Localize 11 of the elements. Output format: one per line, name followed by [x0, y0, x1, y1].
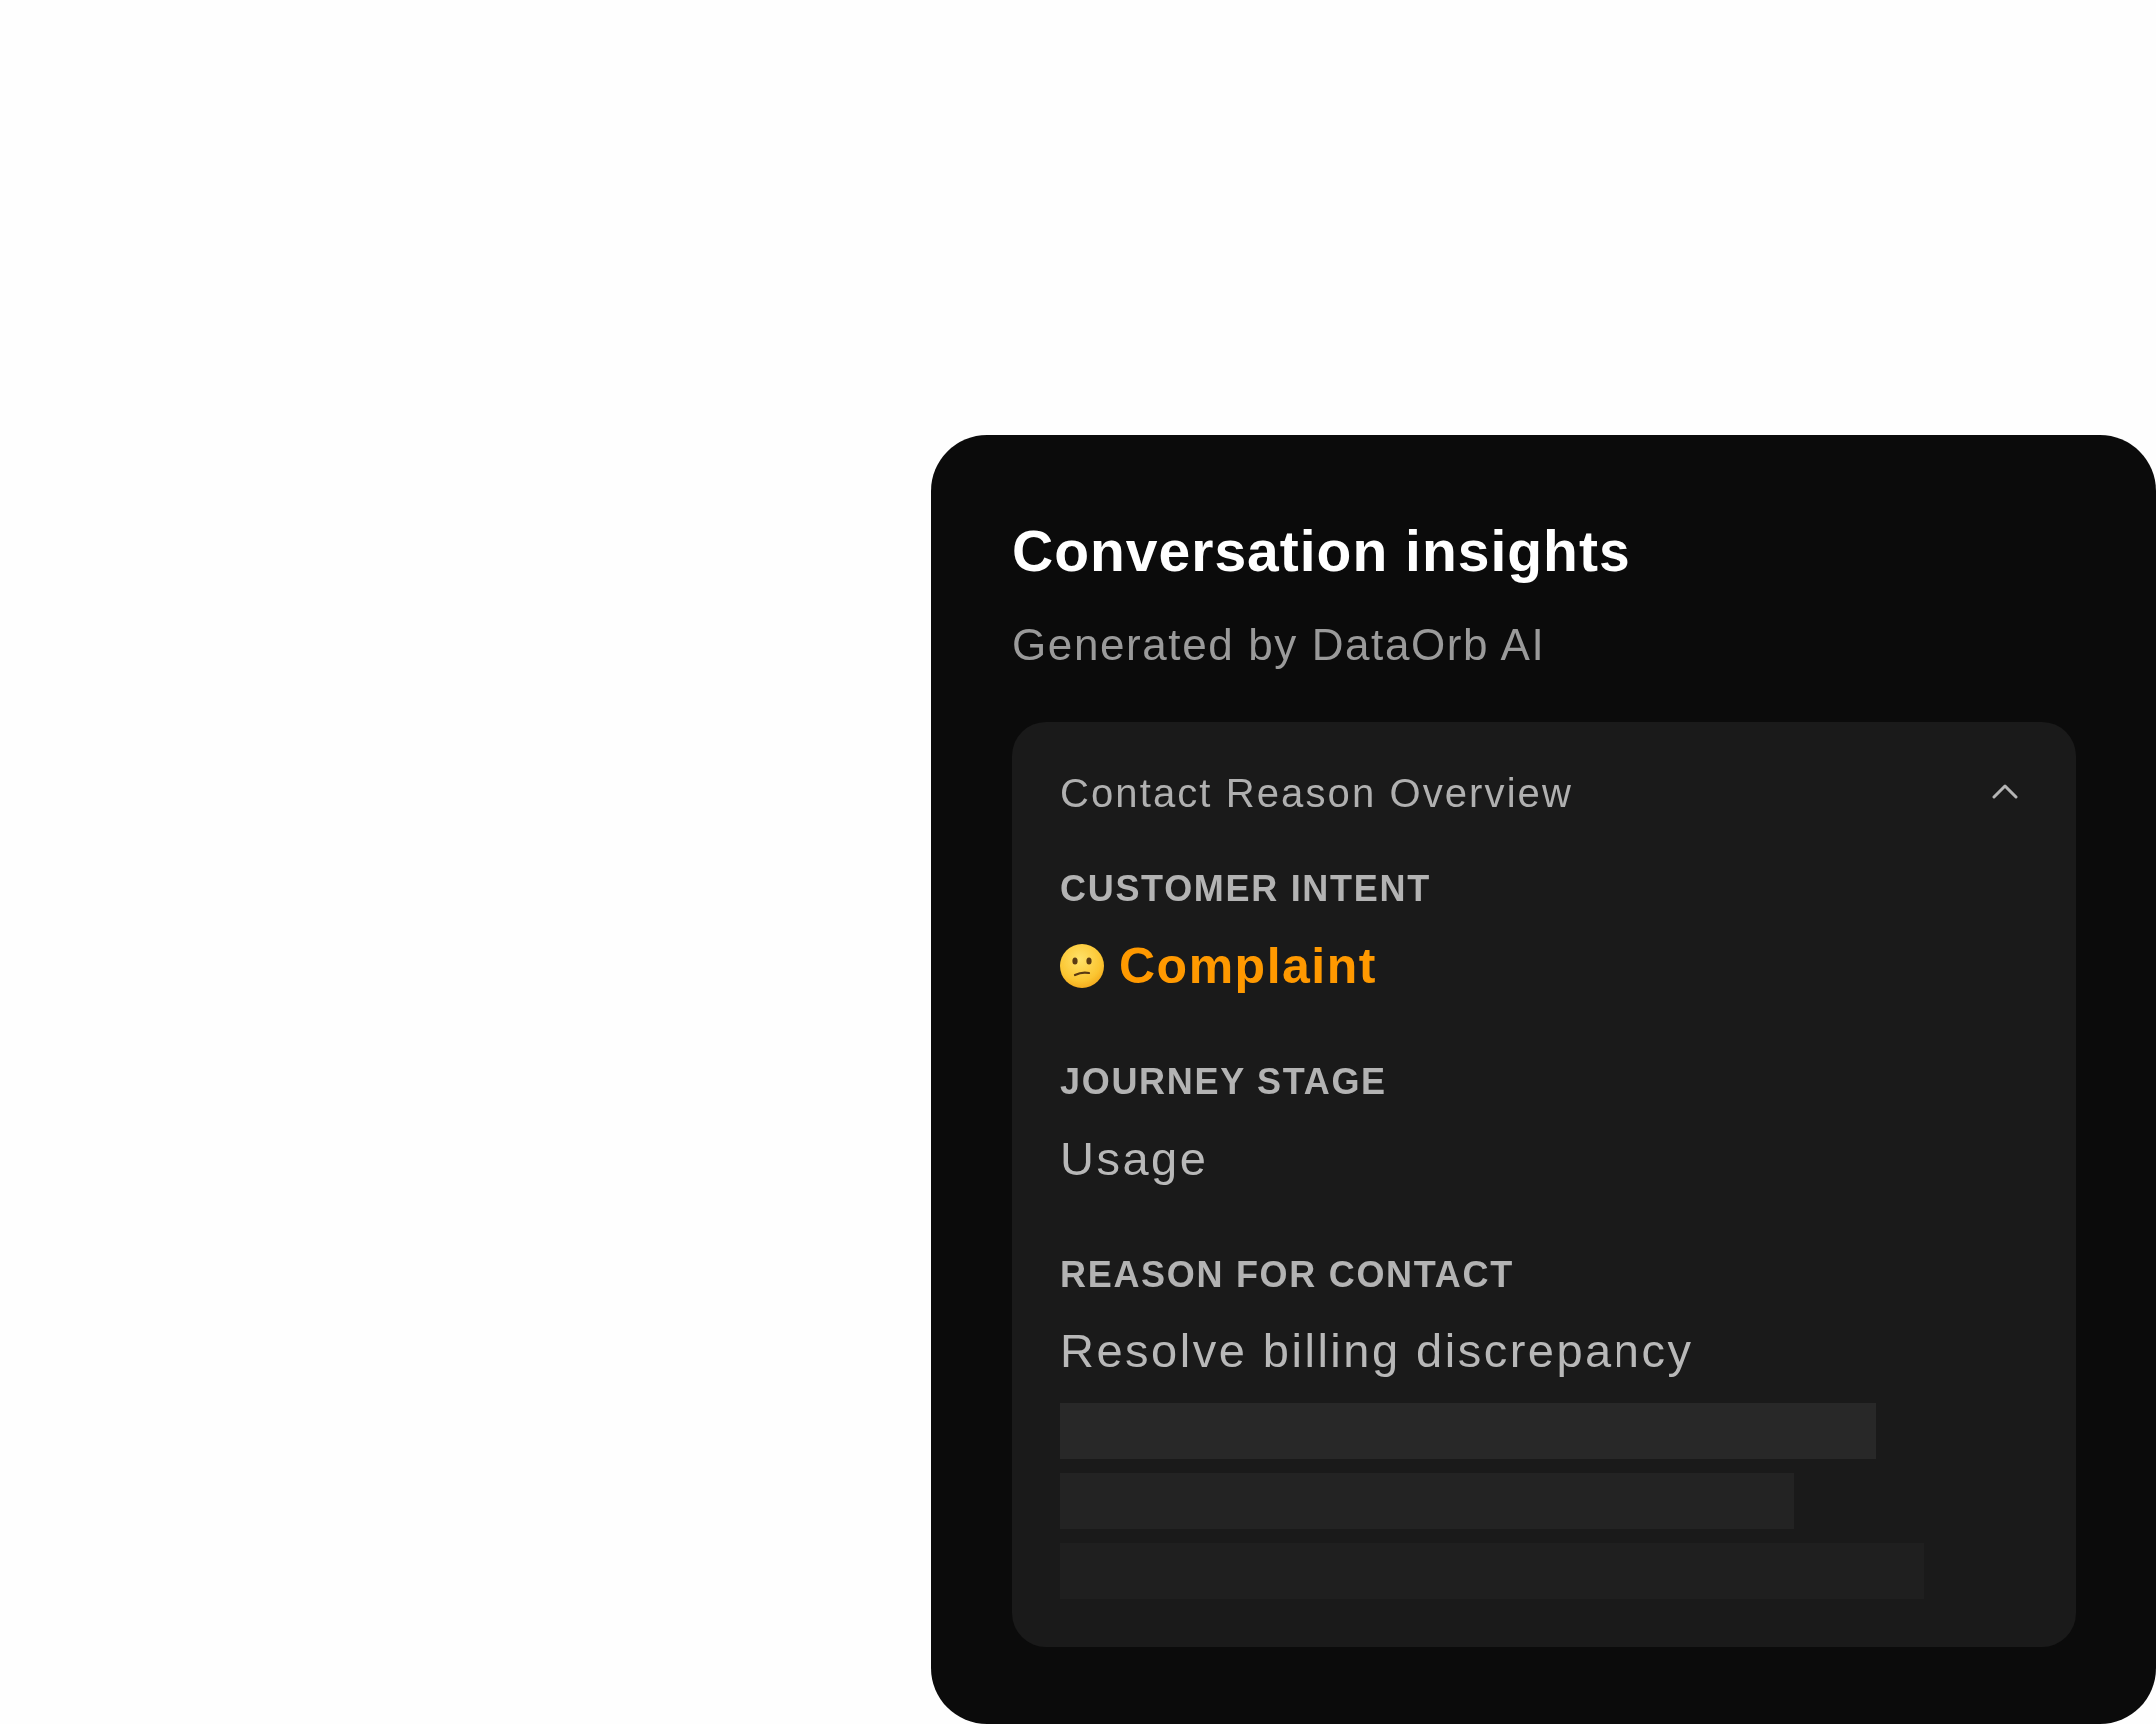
intent-value: Complaint — [1119, 937, 1377, 995]
confused-face-icon — [1060, 944, 1104, 988]
section-title: Contact Reason Overview — [1060, 770, 1573, 817]
field-label: JOURNEY STAGE — [1060, 1060, 1387, 1104]
field-label: CUSTOMER INTENT — [1060, 867, 1431, 911]
card-subtitle: Generated by DataOrb AI — [1012, 619, 1547, 671]
card-title: Conversation insights — [1012, 518, 1632, 585]
field-label: REASON FOR CONTACT — [1060, 1253, 1514, 1296]
field-value: Resolve billing discrepancy — [1060, 1323, 1694, 1379]
chevron-up-icon[interactable] — [1992, 783, 2018, 799]
field-value: Usage — [1060, 1131, 1209, 1187]
